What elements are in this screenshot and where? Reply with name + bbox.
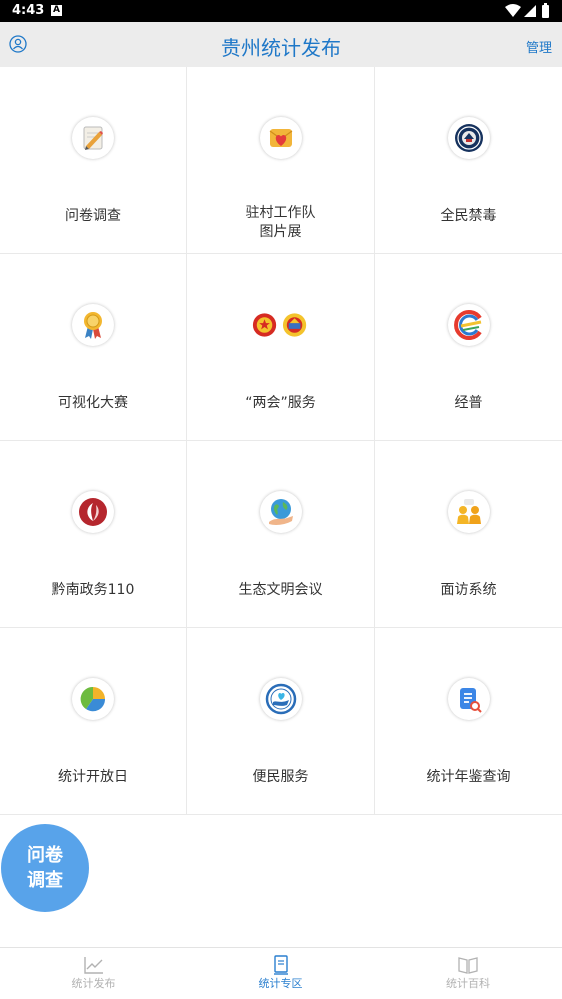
heart-envelope-icon (259, 117, 302, 159)
grid-item-economic-census[interactable]: 经普 (375, 254, 562, 441)
bottom-nav: 统计发布 统计专区 统计百科 (0, 947, 562, 999)
grid-item-label: 可视化大赛 (58, 395, 128, 411)
grid-item-label: “两会”服务 (245, 395, 316, 411)
earth-hand-icon (259, 491, 302, 533)
manage-button[interactable]: 管理 (526, 37, 552, 56)
page-title: 贵州统计发布 (221, 36, 341, 60)
grid-item-questionnaire[interactable]: 问卷调查 (0, 67, 187, 254)
fab-label-line2: 调查 (27, 870, 63, 891)
grid-item-visualization-contest[interactable]: 可视化大赛 (0, 254, 187, 441)
grid-item-yearbook-query[interactable]: 统计年鉴查询 (375, 628, 562, 815)
grid-item-label: 问卷调查 (65, 208, 121, 224)
status-bar: 4:43 A (0, 0, 562, 22)
open-book-icon (458, 957, 478, 974)
tab-stats-encyclopedia[interactable]: 统计百科 (374, 948, 562, 999)
grid-item-anti-drug[interactable]: 全民禁毒 (375, 67, 562, 254)
tab-label: 统计百科 (446, 977, 490, 990)
signal-icon (524, 5, 536, 17)
grid-item-label-line2: 图片展 (259, 224, 302, 240)
tab-label: 统计发布 (71, 977, 116, 990)
status-time: 4:43 (12, 3, 45, 18)
tab-stats-release[interactable]: 统计发布 (0, 948, 187, 999)
grid-item-label: 生态文明会议 (238, 582, 323, 598)
grid-item-label: 全民禁毒 (440, 208, 497, 224)
grid-item-two-sessions[interactable]: “两会”服务 (187, 254, 375, 441)
pencil-icon (72, 117, 114, 159)
tab-label: 统计专区 (258, 977, 303, 990)
battery-icon (542, 5, 549, 18)
grid-item-qiannan-gov-110[interactable]: 黔南政务110 (0, 441, 187, 628)
anti-drug-emblem-icon (447, 117, 490, 159)
grid-item-label: 经普 (454, 395, 483, 411)
grid-item-interview-system[interactable]: 面访系统 (375, 441, 562, 628)
grid-item-stats-open-day[interactable]: 统计开放日 (0, 628, 187, 815)
app-bar: 贵州统计发布 管理 (0, 22, 562, 67)
grid-item-label: 面访系统 (440, 582, 497, 598)
grid-item-label: 黔南政务110 (51, 582, 135, 598)
grid-item-label: 便民服务 (252, 769, 309, 785)
interview-people-icon (447, 491, 490, 533)
fab-label-line1: 问卷 (27, 845, 63, 866)
bookmark-list-icon (273, 955, 288, 975)
grid-item-label: 统计开放日 (58, 769, 128, 785)
grid-item-eco-civilization-meeting[interactable]: 生态文明会议 (187, 441, 375, 628)
questionnaire-fab[interactable]: 问卷 调查 (1, 824, 89, 912)
grid-item-label-line1: 驻村工作队 (245, 205, 316, 221)
grid-item-village-team-gallery[interactable]: 驻村工作队 图片展 (187, 67, 375, 254)
feature-grid: 问卷调查 驻村工作队 图片展 全民禁毒 可视化大赛 “两会”服务 经普 黔南政务… (0, 67, 562, 817)
leaf-logo-icon (72, 491, 114, 533)
notification-icon: A (51, 5, 62, 16)
census-logo-icon (447, 304, 490, 346)
wifi-icon (505, 4, 521, 17)
medal-icon (72, 304, 114, 346)
document-search-icon (447, 678, 490, 720)
grid-item-public-service[interactable]: 便民服务 (187, 628, 375, 815)
grid-item-label: 驻村工作队 图片展 (187, 204, 374, 242)
national-emblem-icon (249, 304, 313, 346)
status-icons (505, 3, 549, 18)
pie-chart-icon (72, 678, 114, 720)
service-emblem-icon (259, 678, 302, 720)
grid-item-label: 统计年鉴查询 (426, 769, 511, 785)
tab-stats-zone[interactable]: 统计专区 (187, 948, 374, 999)
line-chart-icon (83, 957, 103, 974)
